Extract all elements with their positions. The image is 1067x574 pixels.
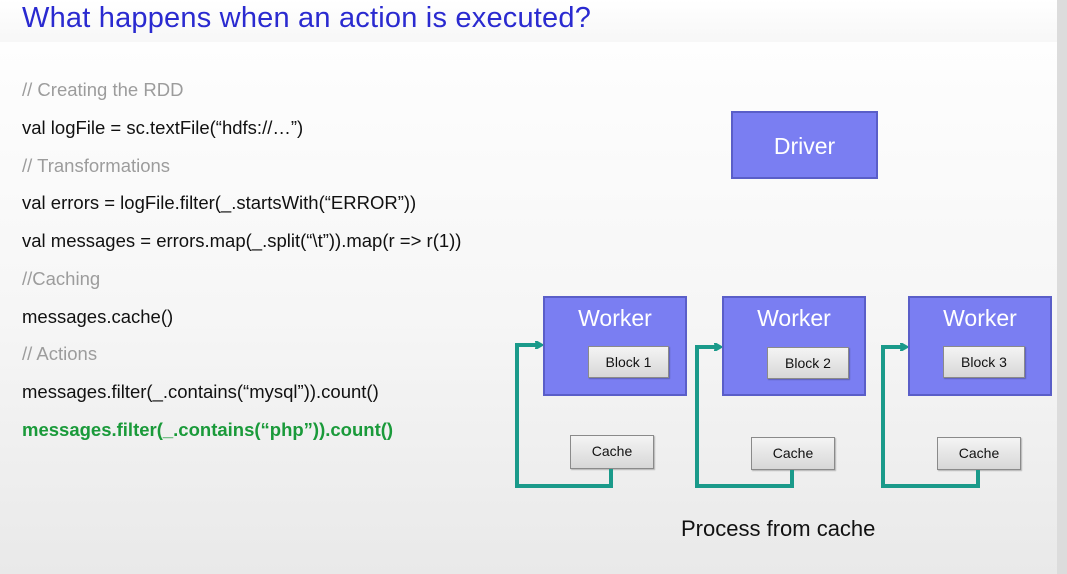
cache-arrow-2 bbox=[695, 347, 794, 488]
cache-flow-arrows bbox=[515, 0, 980, 488]
cache-arrow-3 bbox=[881, 347, 980, 488]
right-edge-strip bbox=[1057, 0, 1067, 574]
cache-arrow-1 bbox=[515, 345, 613, 488]
diagram-caption: Process from cache bbox=[681, 516, 876, 541]
